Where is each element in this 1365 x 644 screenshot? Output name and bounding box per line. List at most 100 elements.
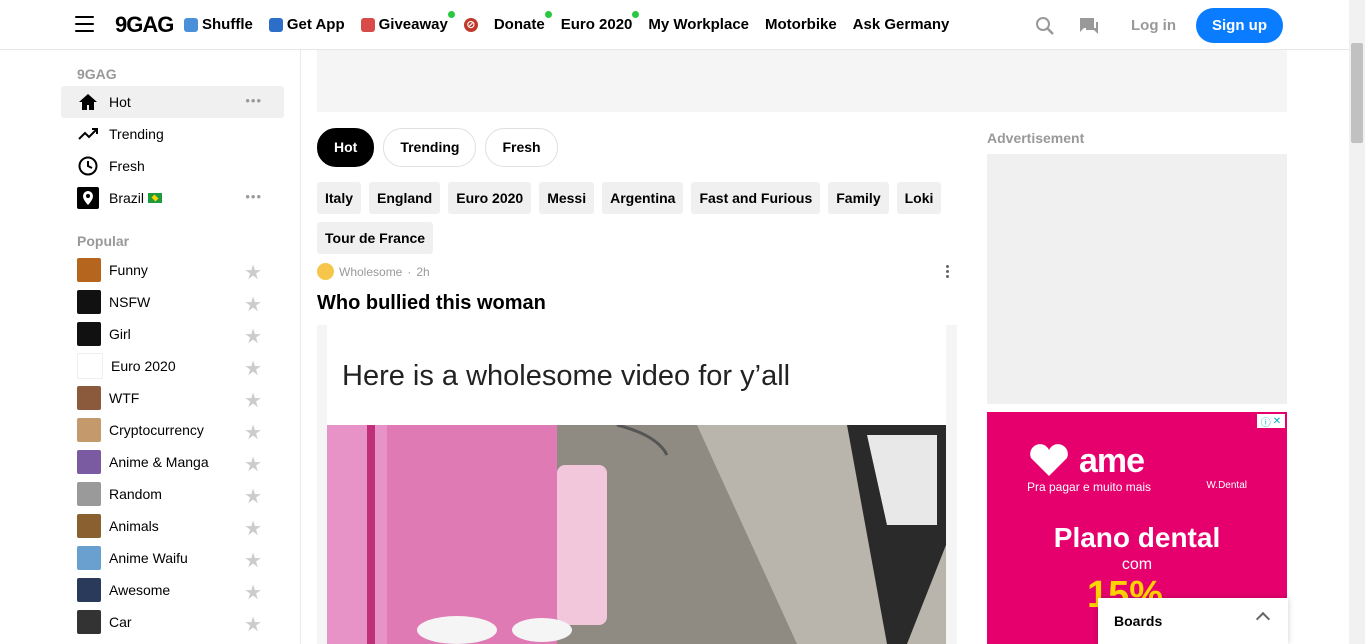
star-icon[interactable]: ★ bbox=[244, 420, 262, 445]
star-icon[interactable]: ★ bbox=[244, 324, 262, 349]
sidebar-item-girl[interactable]: Girl ★ bbox=[61, 318, 284, 350]
new-indicator-dot bbox=[544, 11, 552, 18]
sidebar-item-anime-manga[interactable]: Anime & Manga ★ bbox=[61, 446, 284, 478]
sidebar-item-cryptocurrency[interactable]: Cryptocurrency ★ bbox=[61, 414, 284, 446]
sidebar-item-awesome[interactable]: Awesome ★ bbox=[61, 574, 284, 606]
sidebar-item-label: Car bbox=[109, 614, 132, 630]
meta-separator: · bbox=[407, 264, 412, 279]
nav-item-giveaway[interactable]: Giveaway bbox=[360, 11, 455, 33]
star-icon[interactable]: ★ bbox=[244, 612, 262, 637]
clock-icon bbox=[77, 155, 99, 177]
post-section[interactable]: Wholesome bbox=[339, 265, 402, 279]
sidebar-divider bbox=[300, 50, 301, 644]
post-meta: Wholesome · 2h bbox=[317, 263, 430, 280]
nav-label: Ask Germany bbox=[852, 16, 950, 33]
sidebar-item-euro-2020[interactable]: Euro 2020 ★ bbox=[61, 350, 284, 382]
sidebar-item-trending[interactable]: Trending bbox=[61, 118, 284, 150]
section-thumbnail bbox=[77, 353, 103, 379]
section-thumbnail bbox=[77, 258, 101, 282]
media-frame: Here is a wholesome video for y’all bbox=[327, 325, 946, 644]
sidebar-item-wtf[interactable]: WTF ★ bbox=[61, 382, 284, 414]
star-icon[interactable]: ★ bbox=[244, 516, 262, 541]
sidebar-item-label: Trending bbox=[109, 126, 164, 142]
nav-label: Donate bbox=[493, 16, 545, 33]
sidebar-item-label: Fresh bbox=[109, 158, 145, 174]
sidebar-item-label: Anime & Manga bbox=[109, 454, 209, 470]
chat-icon[interactable] bbox=[1067, 9, 1111, 43]
tag-chip[interactable]: Italy bbox=[317, 182, 362, 214]
heart-icon bbox=[1030, 444, 1068, 476]
sidebar-item-random[interactable]: Random ★ bbox=[61, 478, 284, 510]
tag-chip[interactable]: England bbox=[369, 182, 441, 214]
star-icon[interactable]: ★ bbox=[244, 580, 262, 605]
section-thumbnail bbox=[77, 450, 101, 474]
site-logo[interactable]: 9GAG bbox=[115, 12, 174, 38]
brazil-flag-icon bbox=[148, 193, 163, 203]
boards-panel[interactable]: Boards bbox=[1098, 598, 1288, 644]
sidebar-item-hot[interactable]: Hot ••• bbox=[61, 86, 284, 118]
star-icon[interactable]: ★ bbox=[244, 548, 262, 573]
nav-item-get-app[interactable]: Get App bbox=[268, 16, 345, 33]
star-icon[interactable]: ★ bbox=[244, 356, 262, 381]
sidebar-item-anime-waifu[interactable]: Anime Waifu ★ bbox=[61, 542, 284, 574]
tab-hot[interactable]: Hot bbox=[317, 128, 375, 167]
post-title[interactable]: Who bullied this woman bbox=[317, 292, 546, 315]
nav-item-donate[interactable]: Donate bbox=[493, 11, 552, 33]
sidebar-item-fresh[interactable]: Fresh bbox=[61, 150, 284, 182]
media-caption: Here is a wholesome video for y’all bbox=[342, 360, 791, 392]
sidebar-item-label: Euro 2020 bbox=[111, 358, 176, 374]
tag-chip[interactable]: Family bbox=[828, 182, 889, 214]
wholesome-section-icon bbox=[317, 263, 334, 280]
post-more-icon[interactable] bbox=[943, 265, 951, 280]
search-icon[interactable] bbox=[1023, 9, 1067, 43]
section-thumbnail bbox=[77, 546, 101, 570]
top-nav: Shuffle Get App Giveaway ⊘ Donate Euro 2020 My… bbox=[184, 11, 950, 33]
sidebar-item-nsfw[interactable]: NSFW ★ bbox=[61, 286, 284, 318]
nav-item-shuffle[interactable]: Shuffle bbox=[184, 16, 253, 33]
dark-mode-toggle-icon[interactable] bbox=[979, 9, 1023, 43]
tab-trending[interactable]: Trending bbox=[383, 128, 477, 167]
video-frame[interactable] bbox=[327, 425, 946, 644]
scrollbar-thumb[interactable] bbox=[1351, 43, 1363, 143]
scrollbar[interactable] bbox=[1349, 0, 1365, 644]
nav-item-ask-germany[interactable]: Ask Germany bbox=[853, 16, 950, 33]
star-icon[interactable]: ★ bbox=[244, 292, 262, 317]
star-icon[interactable]: ★ bbox=[244, 260, 262, 285]
section-thumbnail bbox=[77, 610, 101, 634]
section-thumbnail bbox=[77, 482, 101, 506]
tab-fresh[interactable]: Fresh bbox=[485, 128, 558, 167]
ad-brand-sub: Pra pagar e muito mais bbox=[1027, 480, 1152, 494]
chevron-up-icon[interactable] bbox=[1255, 611, 1271, 627]
nav-item-euro-2020[interactable]: Euro 2020 bbox=[561, 11, 640, 33]
post-media[interactable]: Here is a wholesome video for y’all bbox=[317, 325, 957, 644]
tag-chip[interactable]: Euro 2020 bbox=[448, 182, 532, 214]
nav-item-motorbike[interactable]: Motorbike bbox=[765, 16, 837, 33]
ad-info-icon[interactable]: ⓘ ✕ bbox=[1257, 414, 1285, 429]
tag-chip[interactable]: Tour de France bbox=[317, 222, 434, 254]
tag-chip[interactable]: Argentina bbox=[602, 182, 684, 214]
tag-chip[interactable]: Fast and Furious bbox=[691, 182, 821, 214]
feed-tabs: Hot Trending Fresh bbox=[317, 128, 558, 167]
star-icon[interactable]: ★ bbox=[244, 388, 262, 413]
section-thumbnail bbox=[77, 418, 101, 442]
sidebar-item-car[interactable]: Car ★ bbox=[61, 606, 284, 638]
more-options-icon[interactable]: ••• bbox=[245, 190, 262, 203]
tag-chip[interactable]: Messi bbox=[539, 182, 595, 214]
nav-item-my-workplace[interactable]: My Workplace bbox=[648, 16, 749, 33]
ad-brand: ame bbox=[1079, 442, 1145, 480]
section-thumbnail bbox=[77, 386, 101, 410]
sidebar-item-animals[interactable]: Animals ★ bbox=[61, 510, 284, 542]
sidebar-item-brazil[interactable]: Brazil ••• bbox=[61, 182, 284, 214]
hamburger-menu-icon[interactable] bbox=[75, 16, 94, 33]
star-icon[interactable]: ★ bbox=[244, 484, 262, 509]
login-link[interactable]: Log in bbox=[1111, 17, 1196, 34]
ad-partner: W.Dental bbox=[1206, 480, 1247, 491]
sidebar-item-funny[interactable]: Funny ★ bbox=[61, 254, 284, 286]
more-options-icon[interactable]: ••• bbox=[245, 94, 262, 107]
tag-chip[interactable]: Loki bbox=[896, 182, 942, 214]
nav-item-icon-3[interactable]: ⊘ bbox=[463, 16, 478, 33]
shuffle-icon bbox=[184, 17, 198, 32]
ad-slot[interactable] bbox=[987, 154, 1287, 404]
signup-button[interactable]: Sign up bbox=[1196, 8, 1283, 43]
star-icon[interactable]: ★ bbox=[244, 452, 262, 477]
